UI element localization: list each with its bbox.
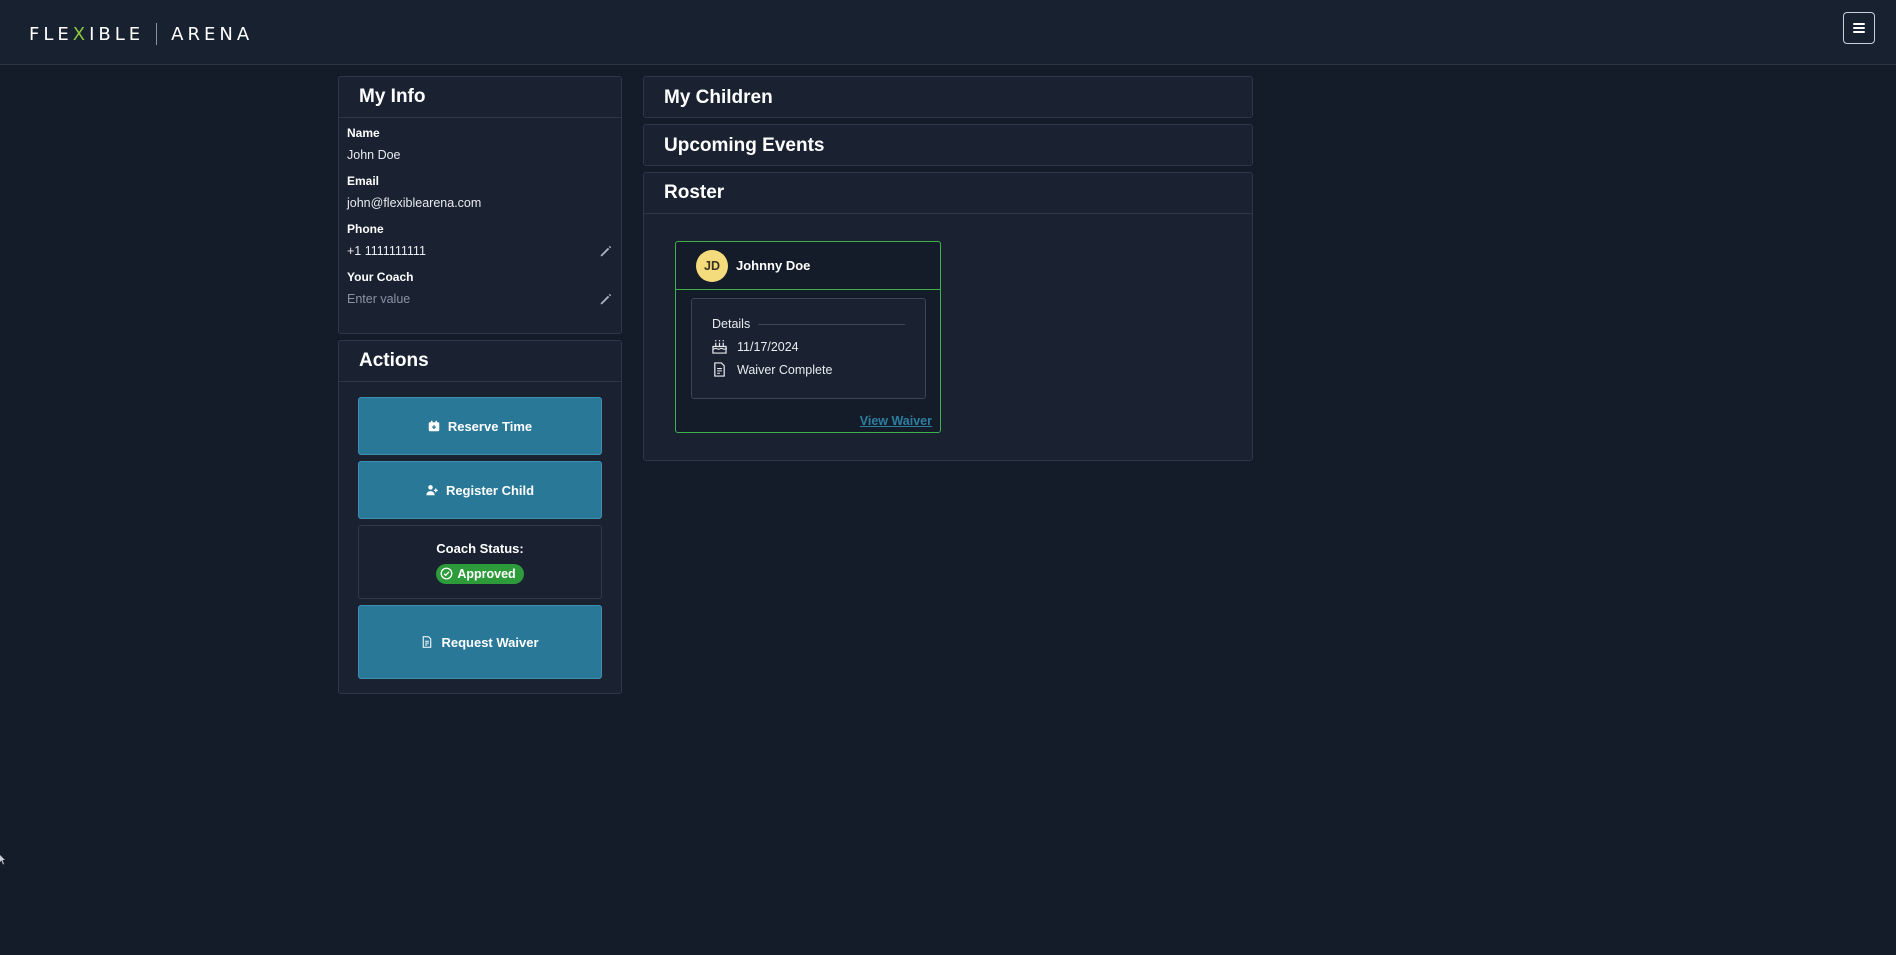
my-info-panel: My Info Name John Doe Email john@flexibl… [338, 76, 622, 334]
logo-text-ible: IBLE [89, 23, 145, 45]
name-label: Name [347, 126, 380, 140]
mouse-cursor-icon [0, 855, 5, 865]
logo-divider [156, 23, 158, 45]
email-field: Email john@flexiblearena.com [347, 174, 613, 210]
phone-value[interactable]: +1 1111111111 [347, 244, 613, 258]
my-children-title[interactable]: My Children [644, 77, 1252, 118]
email-value: john@flexiblearena.com [347, 196, 482, 210]
user-plus-icon [426, 485, 438, 496]
roster-title: Roster [644, 173, 1252, 214]
coach-field: Your Coach Enter value [347, 270, 613, 306]
pencil-icon[interactable] [599, 244, 613, 258]
actions-panel: Actions Reserve Time Register Child Coac… [338, 340, 622, 694]
upcoming-events-panel[interactable]: Upcoming Events [643, 124, 1253, 166]
birthday-value: 11/17/2024 [737, 339, 799, 354]
register-child-label: Register Child [445, 482, 535, 498]
view-waiver-link[interactable]: View Waiver [860, 414, 932, 428]
child-name: Johnny Doe [736, 258, 811, 273]
pencil-icon[interactable] [599, 292, 613, 306]
coach-input[interactable]: Enter value [347, 292, 613, 306]
details-divider [758, 323, 905, 325]
menu-toggle-button[interactable] [1843, 12, 1875, 44]
logo-text-x: X [72, 23, 90, 45]
reserve-time-button[interactable]: Reserve Time [358, 397, 602, 455]
coach-status-box: Coach Status: Approved [358, 525, 602, 599]
phone-label: Phone [347, 222, 384, 236]
my-info-title: My Info [339, 77, 621, 118]
avatar: JD [696, 249, 728, 282]
document-icon [714, 362, 725, 377]
request-waiver-label: Request Waiver [441, 634, 539, 650]
actions-title: Actions [339, 341, 621, 382]
roster-panel: Roster JD Johnny Doe Details 11/17/2024 [643, 172, 1253, 461]
birthday-cake-icon [712, 339, 727, 354]
my-children-panel[interactable]: My Children [643, 76, 1253, 118]
birthday-row: 11/17/2024 [712, 339, 905, 354]
coach-status-label: Coach Status: [436, 540, 524, 556]
coach-label: Your Coach [347, 270, 414, 284]
upcoming-events-title[interactable]: Upcoming Events [644, 125, 1252, 166]
check-circle-icon [440, 567, 453, 580]
child-card-header: JD Johnny Doe [676, 242, 940, 290]
logo-text-arena: ARENA [171, 23, 254, 45]
top-navbar: FLE X IBLE ARENA [0, 0, 1896, 65]
name-value: John Doe [347, 148, 401, 162]
email-label: Email [347, 174, 380, 188]
child-details-box: Details 11/17/2024 Waiver Complete [691, 298, 926, 399]
register-child-button[interactable]: Register Child [358, 461, 602, 519]
waiver-status-value: Waiver Complete [737, 362, 833, 377]
reserve-time-label: Reserve Time [447, 418, 533, 434]
child-card: JD Johnny Doe Details 11/17/2024 Waiver … [675, 241, 941, 433]
waiver-status-row: Waiver Complete [712, 362, 905, 377]
logo-text-fle: FLE [29, 23, 73, 45]
calendar-plus-icon [428, 420, 440, 432]
flexible-arena-logo[interactable]: FLE X IBLE ARENA [29, 22, 253, 46]
status-badge-text: Approved [457, 566, 516, 581]
name-field: Name John Doe [347, 126, 613, 162]
document-icon [423, 636, 432, 648]
status-badge: Approved [436, 563, 524, 584]
details-heading: Details [712, 317, 905, 331]
phone-field: Phone +1 1111111111 [347, 222, 613, 258]
hamburger-icon [1853, 23, 1865, 33]
request-waiver-button[interactable]: Request Waiver [358, 605, 602, 679]
details-label: Details [712, 317, 751, 331]
